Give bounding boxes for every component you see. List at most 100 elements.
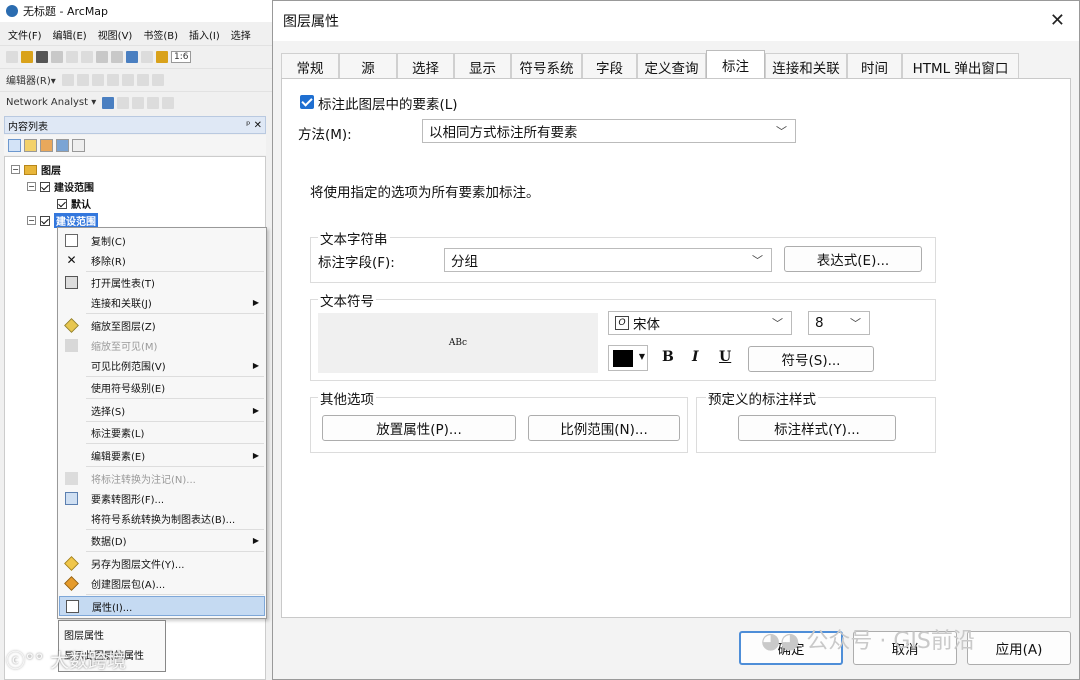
menu-item-symbol-levels[interactable]: 使用符号级别(E) <box>59 377 265 397</box>
straight-segment-icon[interactable] <box>91 73 104 86</box>
symbol-button[interactable]: 符号(S)... <box>748 346 874 372</box>
tab-display[interactable]: 显示 <box>454 53 511 79</box>
menu-file[interactable]: 文件(F) <box>8 27 42 42</box>
tree-layer-2[interactable]: − 建设范围 <box>27 213 98 228</box>
tree-layer-1-child[interactable]: 默认 <box>57 196 91 211</box>
list-by-visibility-icon[interactable] <box>40 138 53 152</box>
menu-item-properties[interactable]: 属性(I)... <box>59 596 265 616</box>
tree-layer-1[interactable]: − 建设范围 <box>27 179 94 194</box>
sketch-icon[interactable] <box>106 73 119 86</box>
menu-item-label-features[interactable]: 标注要素(L) <box>59 422 265 442</box>
menu-separator <box>86 313 264 314</box>
toc-pin-close[interactable]: ᵖ ✕ <box>246 120 265 131</box>
tab-symbology[interactable]: 符号系统 <box>511 53 582 79</box>
bold-button[interactable]: B <box>662 349 674 365</box>
tab-general[interactable]: 常规 <box>281 53 339 79</box>
tab-selection[interactable]: 选择 <box>397 53 454 79</box>
edit-annotation-icon[interactable] <box>76 73 89 86</box>
font-select[interactable]: O 宋体 ﹀ <box>608 311 792 335</box>
menu-item-edit-features[interactable]: 编辑要素(E) ▶ <box>59 445 265 465</box>
tab-html-popup[interactable]: HTML 弹出窗口 <box>902 53 1019 79</box>
layer-visible-checkbox[interactable] <box>40 181 50 192</box>
color-swatch <box>613 350 633 367</box>
menu-item-create-layer-package[interactable]: 创建图层包(A)... <box>59 573 265 593</box>
method-select[interactable]: 以相同方式标注所有要素 ﹀ <box>422 119 796 143</box>
apply-button[interactable]: 应用(A) <box>967 631 1071 665</box>
copy-tool-icon[interactable] <box>81 50 93 63</box>
save-icon[interactable] <box>36 50 48 63</box>
menu-item-joins-relates[interactable]: 连接和关联(J) ▶ <box>59 292 265 312</box>
label-features-checkbox-label[interactable]: 标注此图层中的要素(L) <box>318 93 458 113</box>
sublayer-visible-checkbox[interactable] <box>57 198 67 209</box>
tab-source[interactable]: 源 <box>339 53 397 79</box>
list-by-selection-icon[interactable] <box>56 138 69 152</box>
undo-icon[interactable] <box>126 50 138 63</box>
close-icon[interactable]: ✕ <box>1050 10 1065 31</box>
label-styles-button[interactable]: 标注样式(Y)... <box>738 415 896 441</box>
tab-fields[interactable]: 字段 <box>582 53 637 79</box>
list-by-source-icon[interactable] <box>24 138 37 152</box>
menu-view[interactable]: 视图(V) <box>98 27 133 42</box>
layer-visible-checkbox[interactable] <box>40 215 50 226</box>
label-features-checkbox[interactable] <box>300 95 314 109</box>
scale-box[interactable]: 1:6 <box>171 50 192 63</box>
menu-item-convert-symbology[interactable]: 将符号系统转换为制图表达(B)... <box>59 508 265 528</box>
label-field-select[interactable]: 分组 ﹀ <box>444 248 772 272</box>
cut-icon[interactable] <box>66 50 78 63</box>
menu-item-data[interactable]: 数据(D) ▶ <box>59 530 265 550</box>
menu-item-remove[interactable]: ✕ 移除(R) <box>59 250 265 270</box>
cut-polygon-icon[interactable] <box>121 73 134 86</box>
paste-icon[interactable] <box>96 50 108 63</box>
tab-definition-query[interactable]: 定义查询 <box>637 53 706 79</box>
network-analyst-menu[interactable]: Network Analyst ▾ <box>6 97 96 108</box>
menu-item-open-attribute-table[interactable]: 打开属性表(T) <box>59 272 265 292</box>
open-icon[interactable] <box>21 50 33 63</box>
split-icon[interactable] <box>136 73 149 86</box>
menu-insert[interactable]: 插入(I) <box>189 27 220 42</box>
menu-item-zoom-to-layer[interactable]: 缩放至图层(Z) <box>59 315 265 335</box>
menu-bookmarks[interactable]: 书签(B) <box>143 27 178 42</box>
collapse-icon[interactable]: − <box>27 216 36 225</box>
expression-button[interactable]: 表达式(E)... <box>784 246 922 272</box>
tab-joins-relates[interactable]: 连接和关联 <box>765 53 847 79</box>
placement-properties-button[interactable]: 放置属性(P)... <box>322 415 516 441</box>
menu-item-save-layer-file[interactable]: 另存为图层文件(Y)... <box>59 553 265 573</box>
tab-labels[interactable]: 标注 <box>706 50 765 79</box>
directions-icon[interactable] <box>162 96 175 109</box>
solve-icon[interactable] <box>147 96 160 109</box>
menu-item-zoom-to-visible[interactable]: 缩放至可见(M) <box>59 335 265 355</box>
delete-icon[interactable] <box>111 50 123 63</box>
italic-button[interactable]: I <box>692 349 699 365</box>
select-move-icon[interactable] <box>132 96 145 109</box>
menu-item-visible-scale-range[interactable]: 可见比例范围(V) ▶ <box>59 355 265 375</box>
menu-item-convert-labels[interactable]: 将标注转换为注记(N)... <box>59 468 265 488</box>
menu-edit[interactable]: 编辑(E) <box>53 27 87 42</box>
editor-menu[interactable]: 编辑器(R)▾ <box>6 72 56 87</box>
options-icon[interactable] <box>72 138 85 152</box>
create-network-location-icon[interactable] <box>117 96 130 109</box>
menu-item-copy[interactable]: 复制(C) <box>59 230 265 250</box>
collapse-icon[interactable]: − <box>11 165 20 174</box>
tab-time[interactable]: 时间 <box>847 53 902 79</box>
add-data-icon[interactable] <box>156 50 168 63</box>
tree-root-layers[interactable]: − 图层 <box>11 162 61 177</box>
print-icon[interactable] <box>51 50 63 63</box>
font-size-select[interactable]: 8 ﹀ <box>808 311 870 335</box>
text-color-picker[interactable]: ▼ <box>608 345 648 371</box>
new-icon[interactable] <box>6 50 18 63</box>
menu-item-features-to-graphics[interactable]: 要素转图形(F)... <box>59 488 265 508</box>
other-options-group-title: 其他选项 <box>318 388 376 408</box>
scale-range-button[interactable]: 比例范围(N)... <box>528 415 680 441</box>
redo-icon[interactable] <box>141 50 153 63</box>
text-symbol-group-title: 文本符号 <box>318 290 376 310</box>
menu-selection[interactable]: 选择 <box>231 27 251 42</box>
collapse-icon[interactable]: − <box>27 182 36 191</box>
edit-tool-icon[interactable] <box>61 73 74 86</box>
layer-1-label: 建设范围 <box>54 183 94 194</box>
list-by-drawing-order-icon[interactable] <box>8 138 21 152</box>
network-window-icon[interactable] <box>102 96 115 109</box>
rotate-icon[interactable] <box>151 73 164 86</box>
underline-button[interactable]: U <box>719 349 731 365</box>
wechat-icon: ◕◕ <box>761 629 800 654</box>
menu-item-selection[interactable]: 选择(S) ▶ <box>59 400 265 420</box>
